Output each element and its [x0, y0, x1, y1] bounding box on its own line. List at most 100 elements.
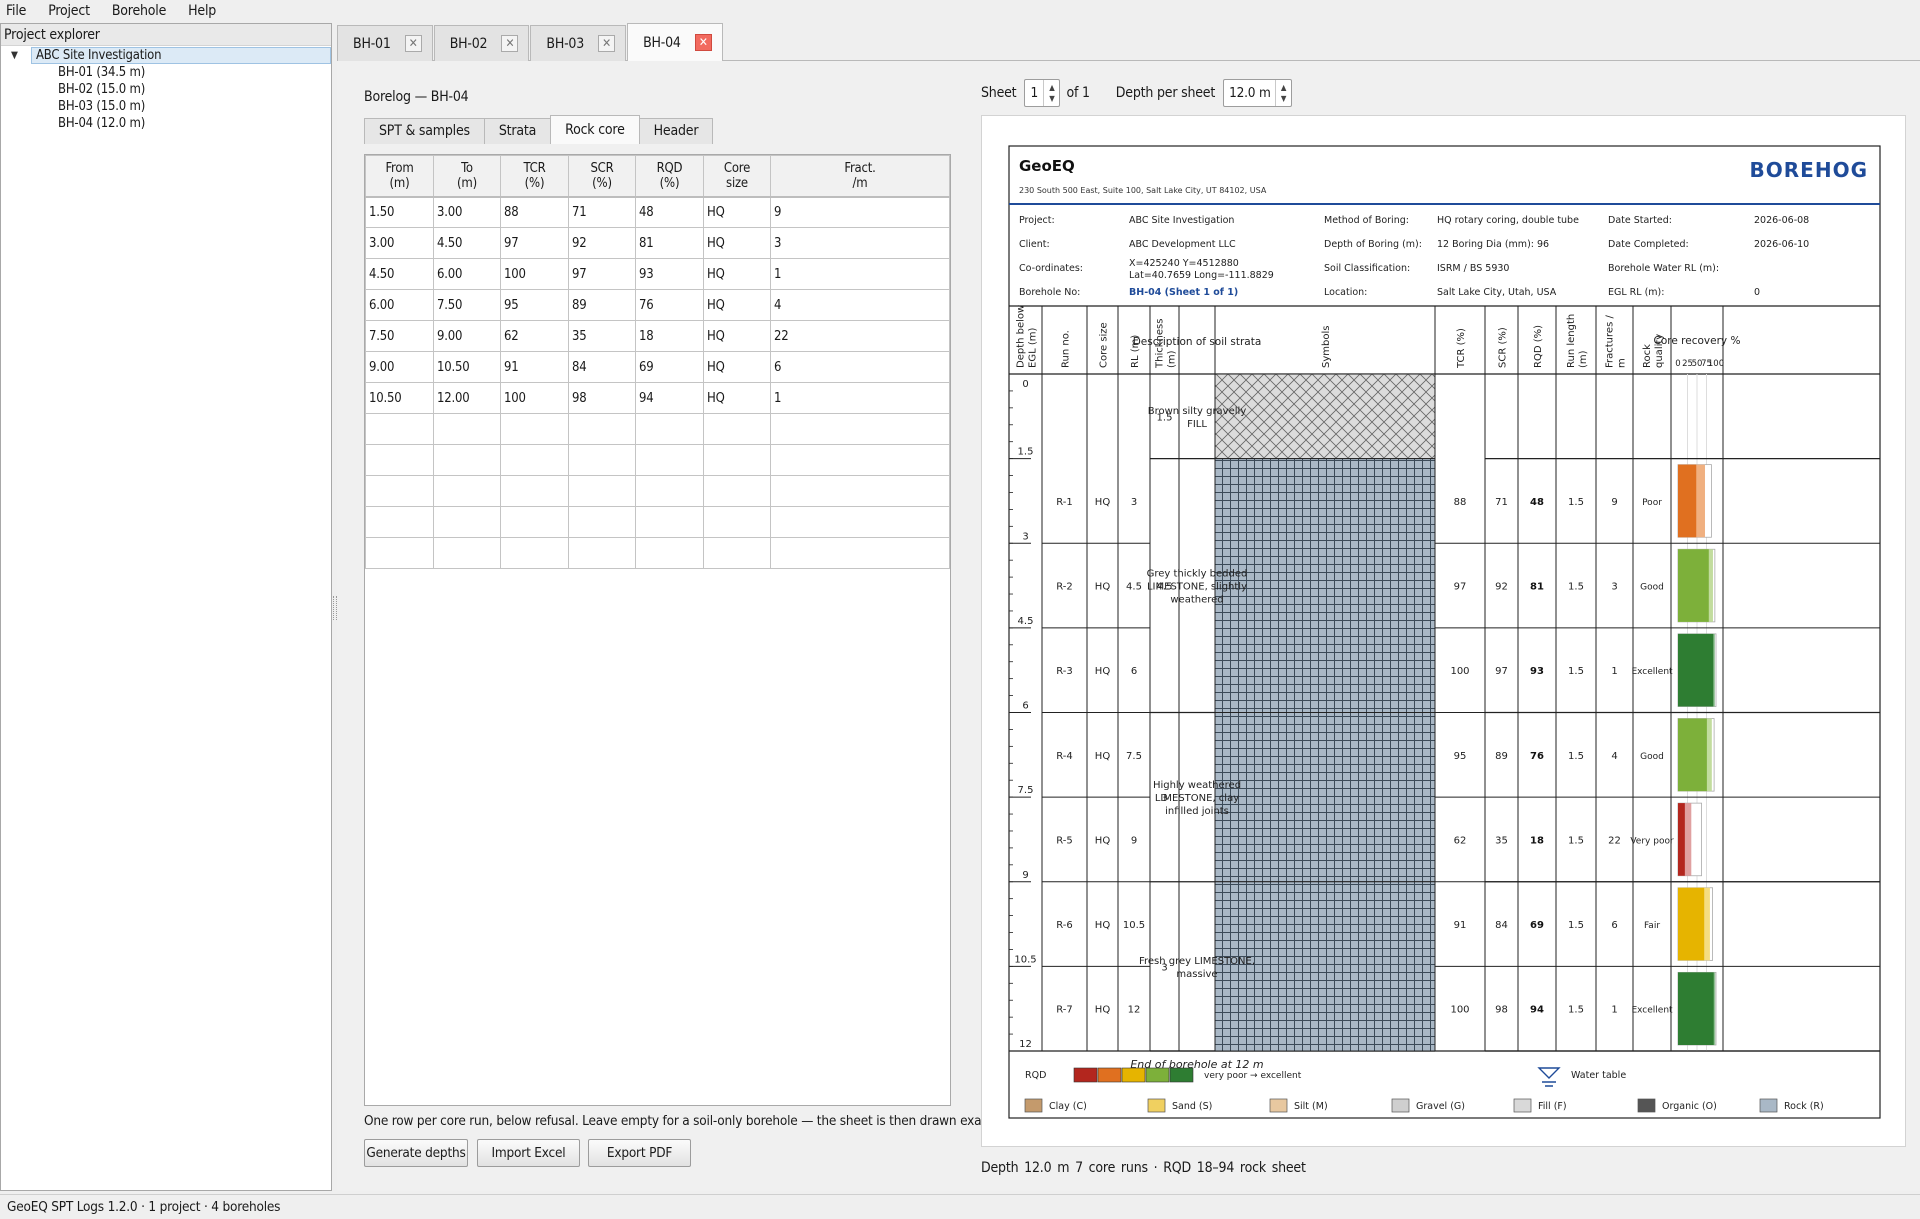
- tree-item-bh-04[interactable]: BH-04 (12.0 m): [1, 115, 331, 132]
- table-cell[interactable]: HQ: [703, 382, 771, 414]
- table-cell[interactable]: 92: [568, 227, 636, 259]
- table-cell[interactable]: 1: [770, 258, 950, 290]
- table-cell[interactable]: 97: [500, 227, 569, 259]
- table-cell[interactable]: 9: [770, 196, 950, 228]
- table-cell[interactable]: [433, 506, 501, 538]
- table-cell[interactable]: 7.50: [433, 289, 501, 321]
- table-cell[interactable]: 71: [568, 196, 636, 228]
- table-cell[interactable]: 6.00: [365, 289, 434, 321]
- column-header[interactable]: To (m): [433, 155, 501, 198]
- tree-item-project[interactable]: ▼ ABC Site Investigation: [1, 47, 331, 64]
- table-cell[interactable]: 6: [770, 351, 950, 383]
- table-cell[interactable]: HQ: [703, 258, 771, 290]
- table-cell[interactable]: 100: [500, 258, 569, 290]
- sheet-spinbox[interactable]: 1 ▲ ▼: [1024, 79, 1061, 107]
- menu-borehole[interactable]: Borehole: [112, 3, 167, 19]
- table-cell[interactable]: [365, 475, 434, 507]
- table-cell[interactable]: [703, 506, 771, 538]
- table-cell[interactable]: [500, 475, 569, 507]
- table-cell[interactable]: 69: [635, 351, 704, 383]
- table-cell[interactable]: 4: [770, 289, 950, 321]
- table-cell[interactable]: [568, 444, 636, 476]
- table-cell[interactable]: [770, 475, 950, 507]
- table-cell[interactable]: [770, 413, 950, 445]
- spin-up-icon[interactable]: ▲: [1281, 82, 1287, 93]
- table-cell[interactable]: [365, 506, 434, 538]
- table-cell[interactable]: [635, 537, 704, 569]
- tab-header[interactable]: Header: [638, 118, 714, 144]
- menu-project[interactable]: Project: [48, 3, 90, 19]
- table-cell[interactable]: 98: [568, 382, 636, 414]
- table-cell[interactable]: [770, 537, 950, 569]
- table-cell[interactable]: [365, 413, 434, 445]
- table-cell[interactable]: [433, 537, 501, 569]
- menu-file[interactable]: File: [6, 3, 26, 19]
- chevron-down-icon[interactable]: ▼: [11, 47, 23, 64]
- table-cell[interactable]: 10.50: [433, 351, 501, 383]
- borelog-preview[interactable]: GeoEQ 230 South 500 East, Suite 100, Salt…: [981, 115, 1906, 1147]
- table-cell[interactable]: [703, 475, 771, 507]
- table-cell[interactable]: [568, 475, 636, 507]
- table-cell[interactable]: [433, 413, 501, 445]
- tab-strata[interactable]: Strata: [483, 118, 552, 144]
- tree-item-bh-01[interactable]: BH-01 (34.5 m): [1, 64, 331, 81]
- table-cell[interactable]: 48: [635, 196, 704, 228]
- table-cell[interactable]: 100: [500, 382, 569, 414]
- column-header[interactable]: SCR (%): [568, 155, 636, 198]
- export-pdf-button[interactable]: Export PDF: [588, 1139, 691, 1167]
- tab-bh-03[interactable]: BH-03 ✕: [530, 25, 627, 61]
- table-cell[interactable]: [365, 537, 434, 569]
- table-cell[interactable]: 35: [568, 320, 636, 352]
- column-header[interactable]: Fract./m: [770, 155, 950, 198]
- spin-down-icon[interactable]: ▼: [1049, 93, 1055, 104]
- table-cell[interactable]: 6.00: [433, 258, 501, 290]
- table-cell[interactable]: [635, 444, 704, 476]
- table-cell[interactable]: HQ: [703, 227, 771, 259]
- table-cell[interactable]: [433, 444, 501, 476]
- import-excel-button[interactable]: Import Excel: [477, 1139, 580, 1167]
- table-cell[interactable]: 9.00: [433, 320, 501, 352]
- depth-per-sheet-spinbox[interactable]: 12.0 m ▲ ▼: [1223, 79, 1293, 107]
- table-cell[interactable]: [500, 444, 569, 476]
- table-cell[interactable]: 89: [568, 289, 636, 321]
- table-cell[interactable]: 4.50: [433, 227, 501, 259]
- table-cell[interactable]: [635, 475, 704, 507]
- table-cell[interactable]: 12.00: [433, 382, 501, 414]
- table-cell[interactable]: 3.00: [365, 227, 434, 259]
- close-icon[interactable]: ✕: [404, 35, 422, 52]
- table-cell[interactable]: 62: [500, 320, 569, 352]
- table-cell[interactable]: 10.50: [365, 382, 434, 414]
- tab-rock-core[interactable]: Rock core: [550, 115, 640, 144]
- table-cell[interactable]: 22: [770, 320, 950, 352]
- table-cell[interactable]: HQ: [703, 196, 771, 228]
- table-cell[interactable]: HQ: [703, 351, 771, 383]
- table-cell[interactable]: 4.50: [365, 258, 434, 290]
- table-cell[interactable]: [568, 413, 636, 445]
- table-cell[interactable]: 95: [500, 289, 569, 321]
- tab-bh-01[interactable]: BH-01 ✕: [337, 25, 433, 61]
- table-cell[interactable]: [433, 475, 501, 507]
- tree-item-bh-03[interactable]: BH-03 (15.0 m): [1, 98, 331, 115]
- spin-down-icon[interactable]: ▼: [1281, 93, 1287, 104]
- table-cell[interactable]: [703, 413, 771, 445]
- table-cell[interactable]: 81: [635, 227, 704, 259]
- column-header[interactable]: RQD (%): [635, 155, 704, 198]
- table-cell[interactable]: HQ: [703, 320, 771, 352]
- table-cell[interactable]: 84: [568, 351, 636, 383]
- table-cell[interactable]: 3: [770, 227, 950, 259]
- table-cell[interactable]: 1: [770, 382, 950, 414]
- close-icon[interactable]: ✕: [501, 35, 519, 52]
- table-cell[interactable]: 76: [635, 289, 704, 321]
- table-cell[interactable]: HQ: [703, 289, 771, 321]
- table-cell[interactable]: 18: [635, 320, 704, 352]
- tab-bh-04[interactable]: BH-04 ✕: [627, 23, 723, 61]
- table-cell[interactable]: [703, 537, 771, 569]
- spin-up-icon[interactable]: ▲: [1049, 82, 1055, 93]
- column-header[interactable]: From (m): [365, 155, 434, 198]
- table-cell[interactable]: 91: [500, 351, 569, 383]
- close-icon[interactable]: ✕: [598, 35, 616, 52]
- table-cell[interactable]: 3.00: [433, 196, 501, 228]
- table-cell[interactable]: 88: [500, 196, 569, 228]
- table-cell[interactable]: 7.50: [365, 320, 434, 352]
- table-cell[interactable]: [568, 506, 636, 538]
